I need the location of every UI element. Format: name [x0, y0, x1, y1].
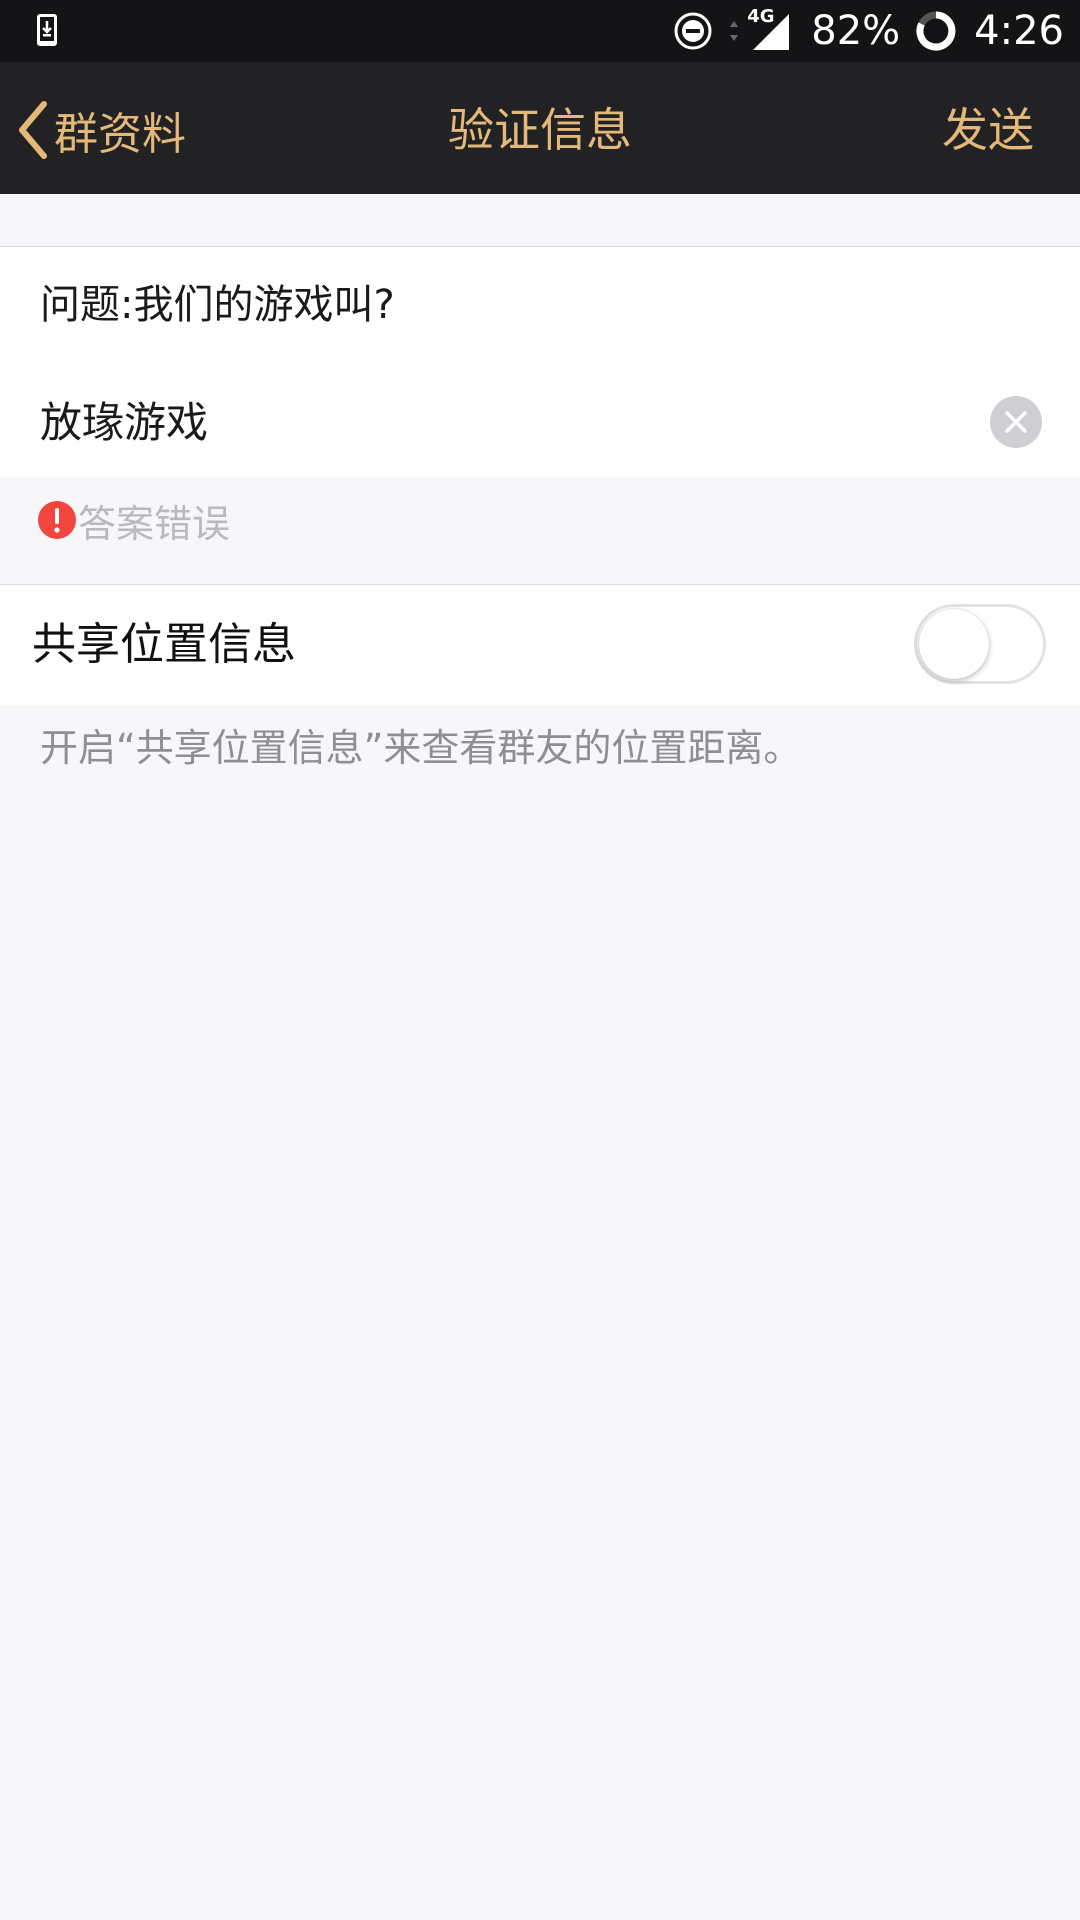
- status-icons: 4G 82% 4:26: [673, 0, 1064, 62]
- exclamation-icon: [38, 501, 76, 539]
- answer-row: [0, 363, 1080, 477]
- battery-percent: 82%: [811, 8, 901, 54]
- status-bar: 4G 82% 4:26: [0, 0, 1080, 62]
- question-row: 问题:我们的游戏叫?: [0, 247, 1080, 363]
- share-location-row: 共享位置信息: [0, 585, 1080, 705]
- page-title: 验证信息: [448, 103, 632, 157]
- share-location-label: 共享位置信息: [32, 619, 296, 670]
- clear-button[interactable]: [990, 396, 1042, 448]
- answer-input[interactable]: [40, 389, 940, 449]
- nav-bar: 群资料 验证信息 发送: [0, 62, 1080, 194]
- share-location-toggle[interactable]: [914, 604, 1046, 684]
- close-icon: [1005, 411, 1027, 433]
- dnd-icon: [674, 12, 712, 50]
- send-button[interactable]: 发送: [942, 100, 1034, 160]
- toggle-knob: [919, 609, 989, 679]
- share-location-hint: 开启“共享位置信息”来查看群友的位置距离。: [40, 726, 802, 770]
- clock: 4:26: [974, 8, 1064, 54]
- error-message: 答案错误: [38, 498, 230, 546]
- error-text: 答案错误: [78, 501, 231, 546]
- data-arrows-icon: [730, 21, 739, 41]
- question-text: 问题:我们的游戏叫?: [40, 282, 395, 328]
- download-icon: [37, 14, 57, 46]
- battery-ring-icon: [916, 11, 956, 51]
- signal-icon: 4G: [747, 6, 793, 54]
